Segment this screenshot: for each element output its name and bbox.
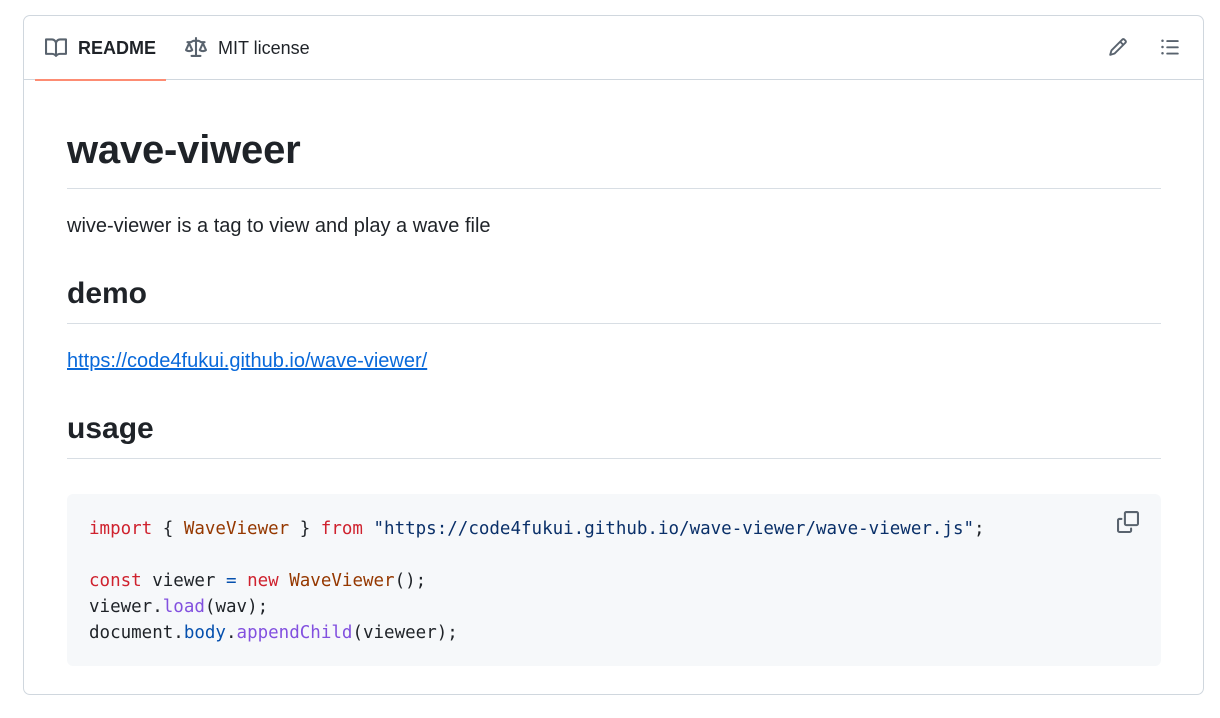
list-unordered-icon [1160, 37, 1180, 62]
code-token: { [152, 519, 184, 539]
code-token: } [289, 519, 321, 539]
outline-button[interactable] [1157, 36, 1183, 62]
code-token: . [225, 623, 237, 643]
pencil-icon [1108, 37, 1128, 62]
code-token: "https://code4fukui.github.io/wave-viewe… [373, 519, 975, 539]
code-token: appendChild [236, 623, 353, 643]
code-token: import [89, 519, 153, 539]
tab-readme-label: README [78, 37, 157, 58]
code-token: viewer [141, 571, 226, 591]
demo-heading: demo [67, 277, 148, 310]
edit-readme-button[interactable] [1105, 36, 1131, 62]
tab-readme[interactable]: README [34, 16, 167, 81]
code-content: import { WaveViewer } from "https://code… [89, 516, 985, 646]
readme-panel: README MIT license wave-viweer wive-view… [23, 15, 1204, 695]
code-token: (vieweer); [352, 623, 458, 643]
code-token: (); [394, 571, 427, 591]
tab-license-label: MIT license [218, 37, 310, 58]
readme-title: wave-viweer [67, 128, 301, 172]
code-token: WaveViewer [183, 519, 290, 539]
code-token: body [183, 623, 226, 643]
code-token: new [247, 571, 279, 591]
code-token: document. [89, 623, 184, 643]
code-token: load [162, 597, 205, 617]
code-token: viewer. [89, 597, 163, 617]
code-token: ; [974, 519, 985, 539]
book-icon [45, 37, 67, 59]
code-token: const [89, 571, 142, 591]
tab-license[interactable]: MIT license [185, 16, 310, 80]
readme-description: wive-viewer is a tag to view and play a … [67, 215, 491, 237]
copy-icon [1117, 511, 1139, 537]
demo-divider [67, 323, 1161, 324]
code-token: WaveViewer [289, 571, 395, 591]
title-divider [67, 188, 1161, 189]
code-token: (wav); [204, 597, 269, 617]
copy-code-button[interactable] [1117, 511, 1141, 535]
code-token: = [225, 571, 237, 591]
usage-divider [67, 458, 1161, 459]
demo-link[interactable]: https://code4fukui.github.io/wave-viewer… [67, 348, 427, 374]
code-token: from [320, 519, 363, 539]
usage-heading: usage [67, 412, 154, 445]
code-block: import { WaveViewer } from "https://code… [67, 494, 1161, 666]
readme-tabbar: README MIT license [24, 16, 1203, 81]
law-scale-icon [185, 37, 207, 59]
